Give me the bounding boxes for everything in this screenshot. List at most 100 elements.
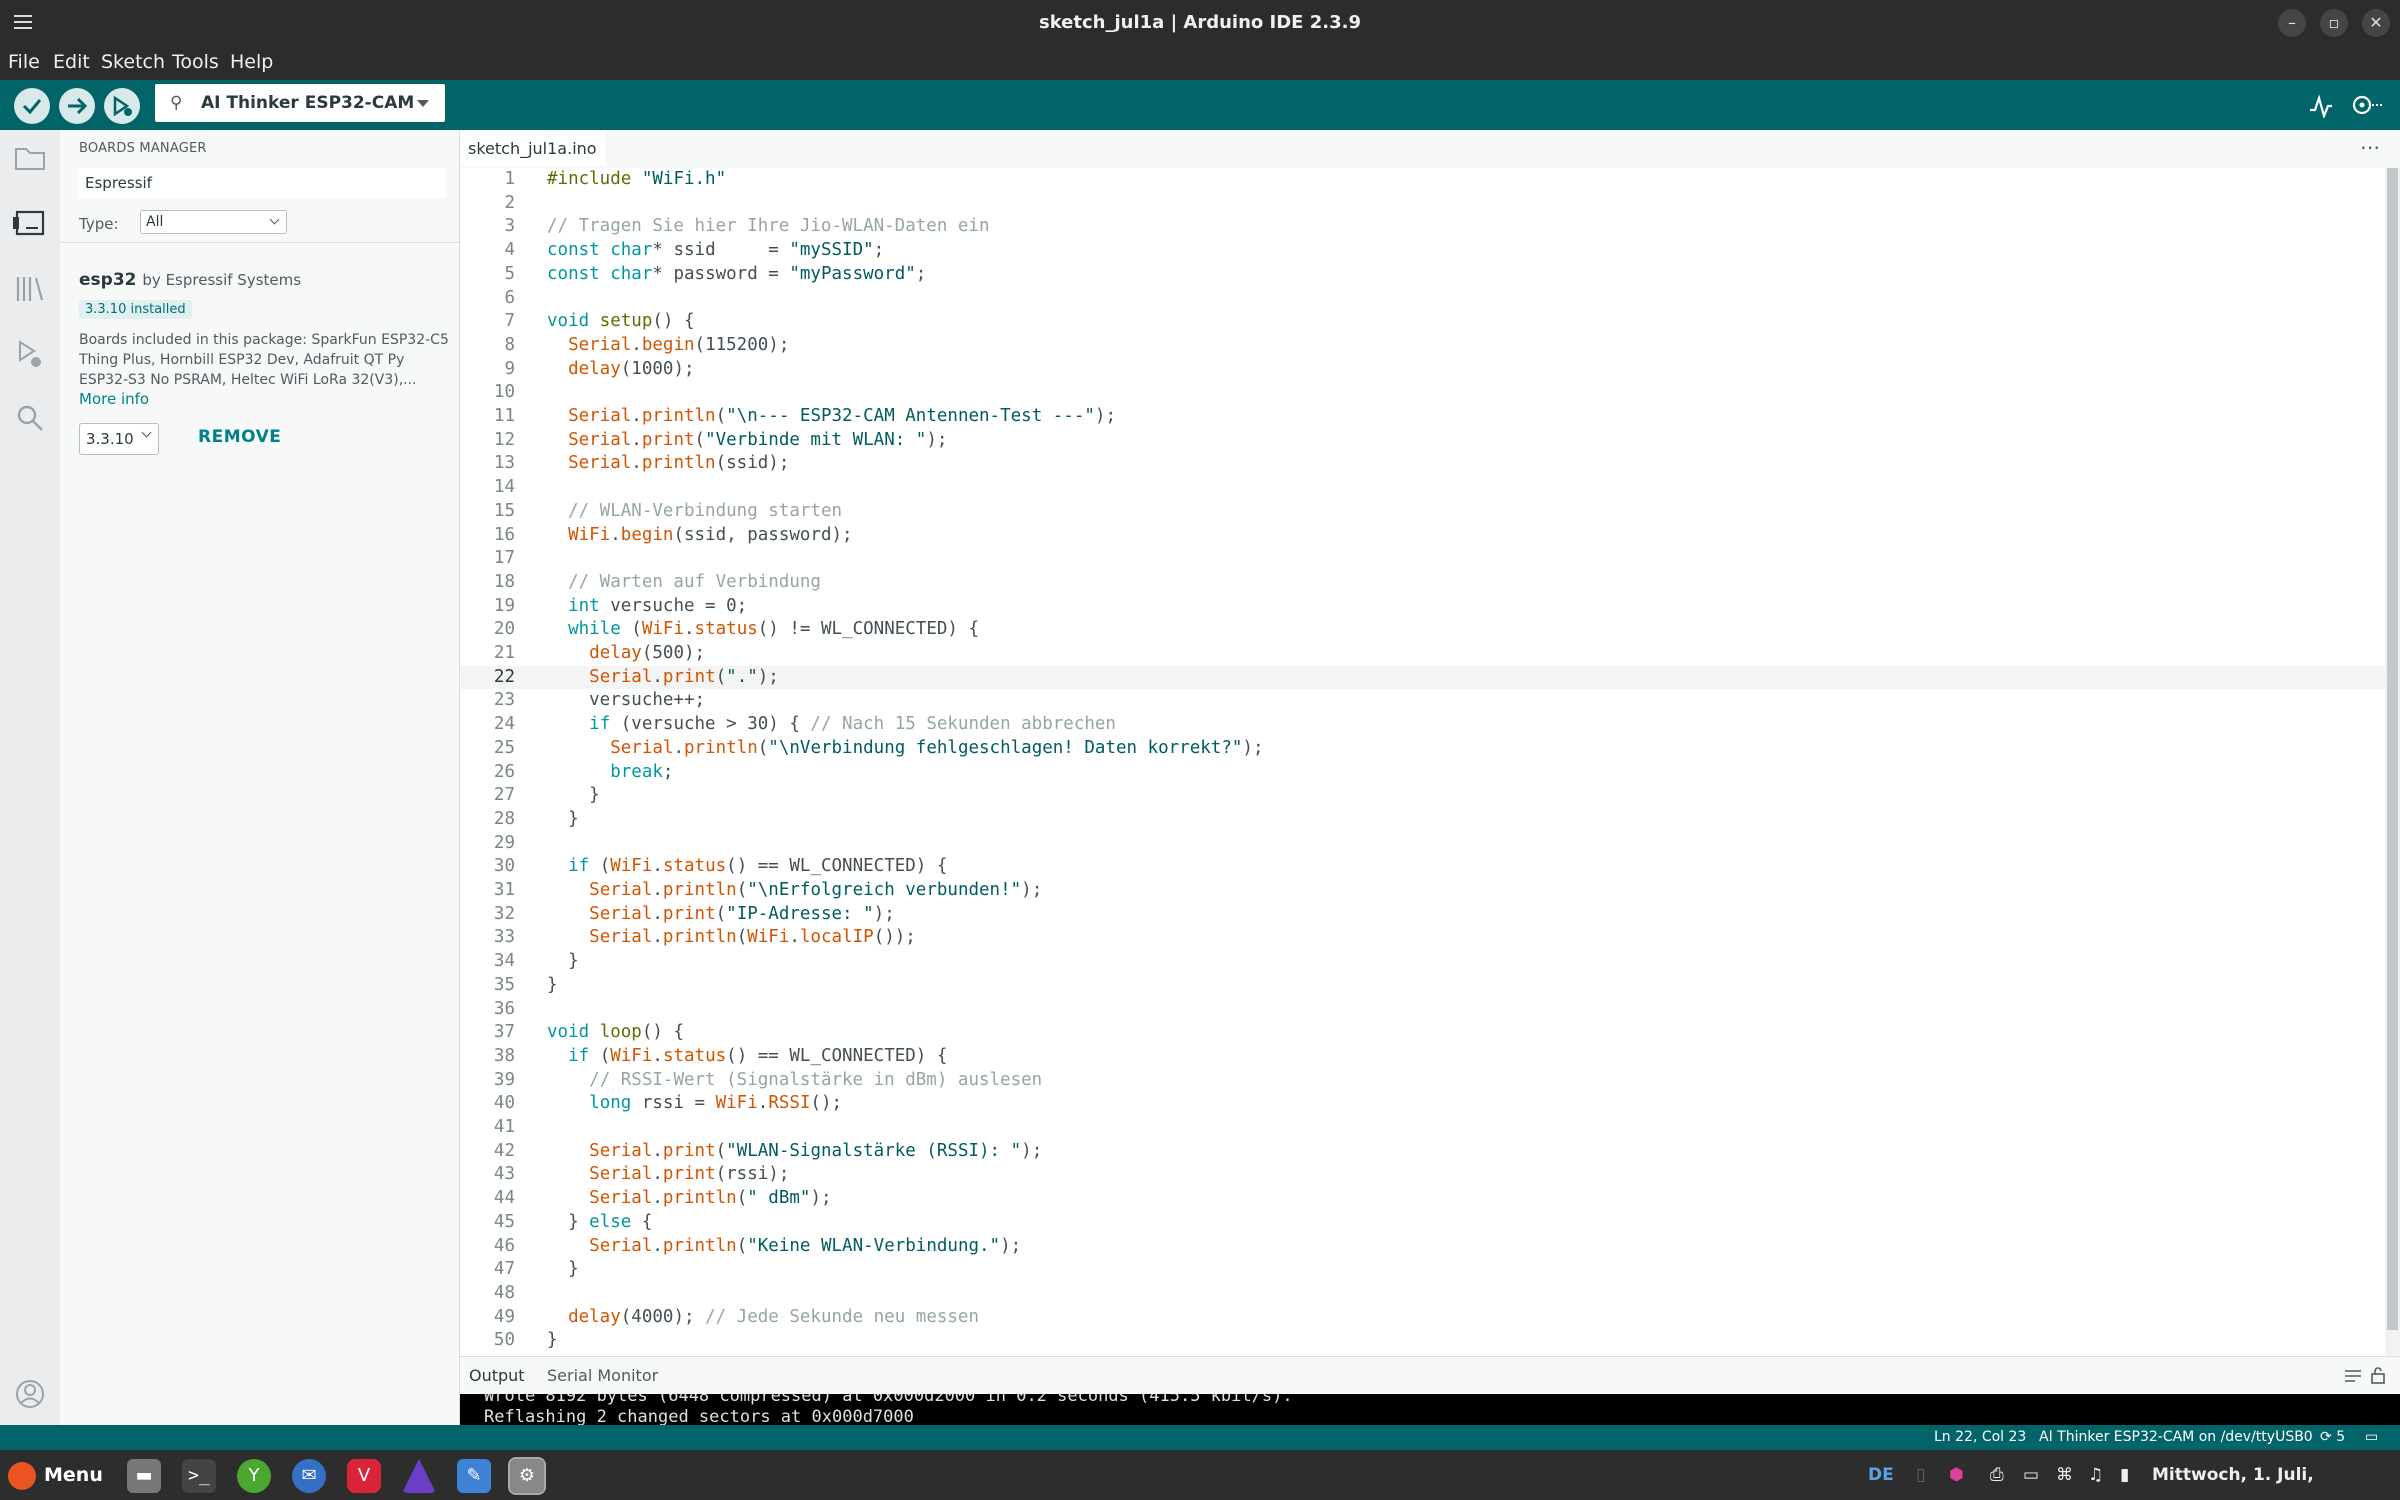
- more-icon[interactable]: ⋯: [2360, 135, 2380, 159]
- thunderbird-app-icon[interactable]: ✉: [292, 1459, 326, 1493]
- keyboard-layout[interactable]: DE: [1868, 1450, 1894, 1500]
- printer-icon[interactable]: ⎙: [1990, 1450, 2004, 1500]
- scrollbar-thumb[interactable]: [2387, 168, 2398, 1330]
- code-line[interactable]: 7 void setup() {: [460, 310, 2385, 334]
- verify-button[interactable]: [14, 88, 50, 124]
- clear-output-icon[interactable]: [2344, 1368, 2362, 1384]
- tray-icon-1[interactable]: ▯: [1916, 1450, 1925, 1500]
- code-line[interactable]: 25 Serial.println("\nVerbindung fehlgesc…: [460, 737, 2385, 761]
- code-line[interactable]: 2: [460, 192, 2385, 216]
- code-line[interactable]: 48: [460, 1282, 2385, 1306]
- code-line[interactable]: 32 Serial.print("IP-Adresse: ");: [460, 903, 2385, 927]
- minimize-button[interactable]: –: [2278, 9, 2306, 37]
- code-line[interactable]: 12 Serial.print("Verbinde mit WLAN: ");: [460, 429, 2385, 453]
- code-line[interactable]: 10: [460, 381, 2385, 405]
- vivaldi-app-icon[interactable]: V: [347, 1459, 381, 1493]
- code-line[interactable]: 44 Serial.println(" dBm");: [460, 1187, 2385, 1211]
- panel-toggle-icon[interactable]: ▭: [2365, 1425, 2378, 1450]
- editor-scrollbar[interactable]: [2385, 168, 2400, 1356]
- network-icon[interactable]: ⌘: [2056, 1450, 2073, 1500]
- notification-count[interactable]: ⟳ 5: [2320, 1425, 2345, 1450]
- code-line[interactable]: 50}: [460, 1329, 2385, 1353]
- code-line[interactable]: 9 delay(1000);: [460, 358, 2385, 382]
- settings-app-icon[interactable]: ⚙: [508, 1457, 546, 1495]
- code-line[interactable]: 40 long rssi = WiFi.RSSI();: [460, 1092, 2385, 1116]
- code-line[interactable]: 1 #include "WiFi.h": [460, 168, 2385, 192]
- code-line[interactable]: 29: [460, 832, 2385, 856]
- start-menu-button[interactable]: Menu: [8, 1460, 103, 1490]
- serial-plotter-icon[interactable]: [2308, 92, 2334, 118]
- battery-icon[interactable]: ▮: [2120, 1450, 2129, 1500]
- code-line[interactable]: 13 Serial.println(ssid);: [460, 452, 2385, 476]
- terminal-app-icon[interactable]: >_: [182, 1459, 216, 1493]
- code-line[interactable]: 6: [460, 287, 2385, 311]
- code-line[interactable]: 17: [460, 547, 2385, 571]
- code-line[interactable]: 19 int versuche = 0;: [460, 595, 2385, 619]
- code-line[interactable]: 39 // RSSI-Wert (Signalstärke in dBm) au…: [460, 1069, 2385, 1093]
- text-editor-app-icon[interactable]: ✎: [457, 1459, 491, 1493]
- code-line[interactable]: 33 Serial.println(WiFi.localIP());: [460, 926, 2385, 950]
- menu-help[interactable]: Help: [230, 45, 273, 80]
- code-line[interactable]: 38 if (WiFi.status() == WL_CONNECTED) {: [460, 1045, 2385, 1069]
- serial-monitor-icon[interactable]: [2350, 92, 2384, 118]
- code-editor[interactable]: 1 #include "WiFi.h" 2 3// Tragen Sie hier I…: [460, 168, 2385, 1356]
- code-line[interactable]: 26 break;: [460, 761, 2385, 785]
- board-selector[interactable]: ⚲ AI Thinker ESP32-CAM: [155, 84, 445, 122]
- tab-sketch[interactable]: sketch_jul1a.ino: [460, 130, 605, 168]
- debug-icon[interactable]: [8, 332, 52, 376]
- account-icon[interactable]: [8, 1372, 52, 1416]
- code-line[interactable]: 8 Serial.begin(115200);: [460, 334, 2385, 358]
- code-line[interactable]: 23 versuche++;: [460, 689, 2385, 713]
- lock-icon[interactable]: [2370, 1366, 2386, 1384]
- clock[interactable]: Mittwoch, 1. Juli, 11:29:11: [2152, 1450, 2400, 1500]
- code-line[interactable]: 20 while (WiFi.status() != WL_CONNECTED)…: [460, 618, 2385, 642]
- code-line[interactable]: 35}: [460, 974, 2385, 998]
- tab-output[interactable]: Output: [469, 1357, 525, 1395]
- code-line[interactable]: 22 Serial.print(".");: [460, 665, 2385, 690]
- type-select[interactable]: All: [140, 210, 287, 234]
- sound-icon[interactable]: ♫: [2088, 1450, 2103, 1500]
- code-line[interactable]: 37 void loop() {: [460, 1021, 2385, 1045]
- code-line[interactable]: 28 }: [460, 808, 2385, 832]
- close-button[interactable]: ✕: [2362, 9, 2390, 37]
- code-line[interactable]: 4 const char* ssid = "mySSID";: [460, 239, 2385, 263]
- files-app-icon[interactable]: ▬: [127, 1459, 161, 1493]
- code-line[interactable]: 3 // Tragen Sie hier Ihre Jio-WLAN-Daten …: [460, 215, 2385, 239]
- code-line[interactable]: 43 Serial.print(rssi);: [460, 1163, 2385, 1187]
- board-port[interactable]: AI Thinker ESP32-CAM on /dev/ttyUSB0: [2039, 1425, 2313, 1450]
- code-line[interactable]: 21 delay(500);: [460, 642, 2385, 666]
- code-line[interactable]: 14: [460, 476, 2385, 500]
- code-line[interactable]: 30 if (WiFi.status() == WL_CONNECTED) {: [460, 855, 2385, 879]
- code-line[interactable]: 18 // Warten auf Verbindung: [460, 571, 2385, 595]
- code-line[interactable]: 11 Serial.println("\n--- ESP32-CAM Anten…: [460, 405, 2385, 429]
- tray-app-icon[interactable]: ⬢: [1949, 1450, 1964, 1500]
- menu-file[interactable]: File: [8, 45, 40, 80]
- upload-button[interactable]: [59, 88, 95, 124]
- obsidian-app-icon[interactable]: [402, 1459, 436, 1493]
- more-info-link[interactable]: More info: [79, 390, 149, 408]
- display-icon[interactable]: ▭: [2023, 1450, 2039, 1500]
- debug-button[interactable]: [104, 88, 140, 124]
- code-line[interactable]: 15 // WLAN-Verbindung starten: [460, 500, 2385, 524]
- code-line[interactable]: 5 const char* password = "myPassword";: [460, 263, 2385, 287]
- code-line[interactable]: 45 } else {: [460, 1211, 2385, 1235]
- menu-tools[interactable]: Tools: [172, 45, 219, 80]
- menu-edit[interactable]: Edit: [53, 45, 90, 80]
- cursor-position[interactable]: Ln 22, Col 23: [1934, 1425, 2026, 1450]
- code-line[interactable]: 16 WiFi.begin(ssid, password);: [460, 524, 2385, 548]
- code-line[interactable]: 42 Serial.print("WLAN-Signalstärke (RSSI…: [460, 1140, 2385, 1164]
- menu-sketch[interactable]: Sketch: [101, 45, 165, 80]
- green-app-icon[interactable]: Y: [237, 1459, 271, 1493]
- code-line[interactable]: 47 }: [460, 1258, 2385, 1282]
- version-select[interactable]: 3.3.10: [79, 423, 159, 455]
- tab-serial-monitor[interactable]: Serial Monitor: [547, 1357, 658, 1395]
- remove-button[interactable]: REMOVE: [198, 427, 281, 447]
- code-line[interactable]: 34 }: [460, 950, 2385, 974]
- board-search-input[interactable]: [79, 168, 446, 198]
- code-line[interactable]: 49 delay(4000); // Jede Sekunde neu mess…: [460, 1306, 2385, 1330]
- code-line[interactable]: 27 }: [460, 784, 2385, 808]
- code-line[interactable]: 46 Serial.println("Keine WLAN-Verbindung…: [460, 1235, 2385, 1259]
- folder-icon[interactable]: [8, 135, 52, 179]
- library-icon[interactable]: [8, 267, 52, 311]
- boards-manager-icon[interactable]: [8, 202, 52, 246]
